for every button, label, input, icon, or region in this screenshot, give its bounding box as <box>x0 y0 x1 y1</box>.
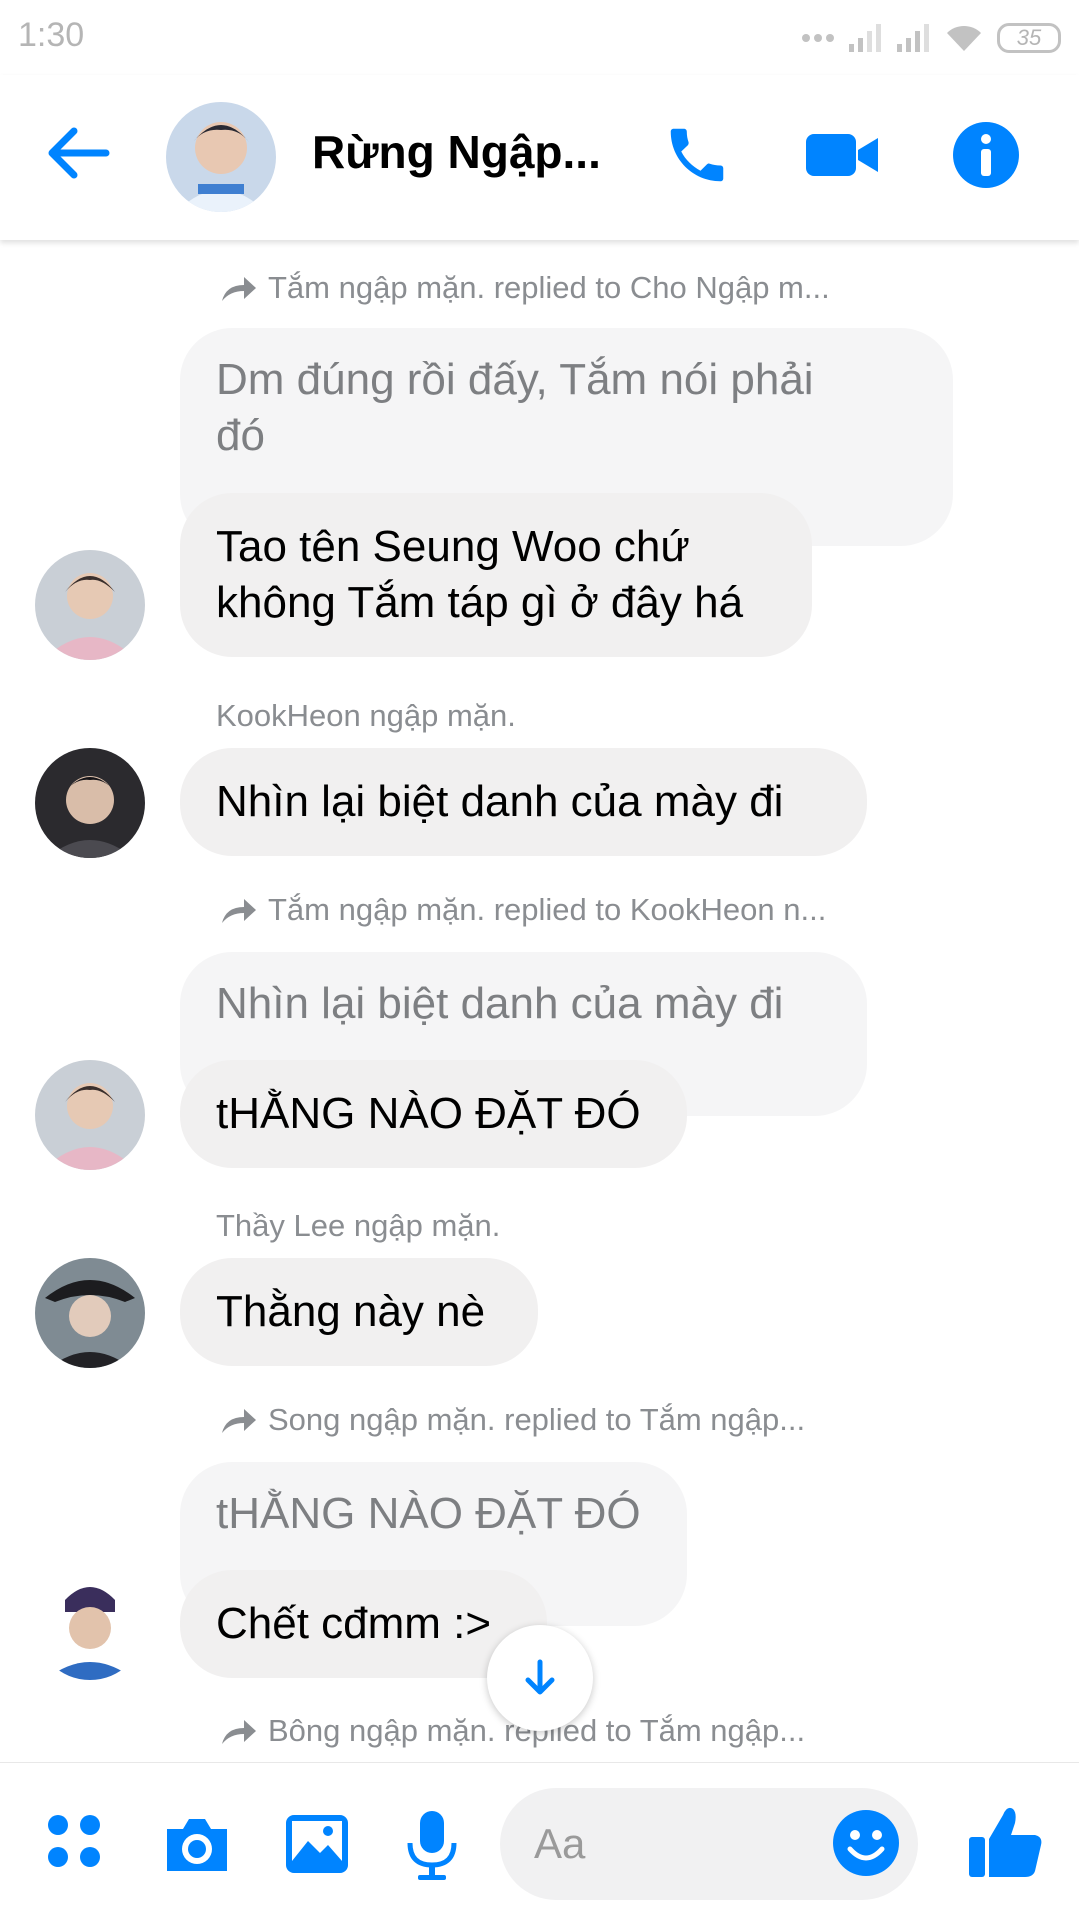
conversation-title[interactable]: Rừng Ngập... <box>312 125 601 179</box>
composer-bar <box>0 1762 1079 1920</box>
back-button[interactable] <box>42 123 132 193</box>
gallery-icon <box>286 1815 348 1873</box>
quoted-text-line: đó <box>216 411 265 460</box>
like-button[interactable] <box>965 1801 1045 1881</box>
camera-icon <box>167 1819 227 1871</box>
video-call-button[interactable] <box>804 120 884 195</box>
chat-header: Rừng Ngập... <box>0 75 1079 240</box>
reply-note: Tắm ngập mặn. replied to Cho Ngập m... <box>220 270 830 306</box>
avatar-image <box>35 1258 145 1368</box>
status-bar: 1:30 35 <box>0 0 1079 75</box>
message-bubble[interactable]: Nhìn lại biệt danh của mày đi <box>180 748 867 856</box>
avatar[interactable] <box>35 1570 145 1680</box>
call-button[interactable] <box>662 120 742 195</box>
message-text: Nhìn lại biệt danh của mày đi <box>216 777 784 826</box>
avatar[interactable] <box>35 1060 145 1170</box>
message-text: tHẰNG NÀO ĐẶT ĐÓ <box>216 1089 641 1138</box>
dots-icon <box>802 34 834 42</box>
signal-icon-2 <box>897 24 929 52</box>
signal-icon <box>849 24 881 52</box>
emoji-icon <box>833 1810 899 1876</box>
group-avatar[interactable] <box>166 102 276 212</box>
message-text-line: Tao tên Seung Woo chứ <box>216 522 690 571</box>
video-camera-icon <box>806 134 878 176</box>
message-list[interactable]: Tắm ngập mặn. replied to Cho Ngập m... D… <box>0 240 1079 1760</box>
quoted-text-line: Dm đúng rồi đấy, Tắm nói phải <box>216 355 814 404</box>
emoji-button[interactable] <box>830 1807 902 1879</box>
status-time: 1:30 <box>18 16 85 54</box>
quoted-text: Nhìn lại biệt danh của mày đi <box>216 979 784 1028</box>
avatar[interactable] <box>35 550 145 660</box>
reply-arrow-icon <box>222 1720 256 1744</box>
camera-button[interactable] <box>161 1809 231 1879</box>
battery-indicator: 35 <box>997 23 1061 53</box>
scroll-to-bottom-button[interactable] <box>487 1625 593 1731</box>
avatar-image <box>35 1570 145 1680</box>
avatar-image <box>35 748 145 858</box>
message-text-line: không Tắm táp gì ở đây há <box>216 578 744 627</box>
reply-arrow-icon <box>222 899 256 923</box>
sender-name: Thầy Lee ngập mặn. <box>216 1208 501 1243</box>
avatar-image <box>35 550 145 660</box>
reply-arrow-icon <box>222 277 256 301</box>
message-bubble[interactable]: Thằng này nè <box>180 1258 538 1366</box>
info-icon <box>953 122 1019 188</box>
status-icons: 35 <box>801 18 1061 58</box>
quoted-text: tHẰNG NÀO ĐẶT ĐÓ <box>216 1489 641 1538</box>
avatar-image <box>166 102 276 212</box>
message-text: Thằng này nè <box>216 1287 486 1336</box>
message-text: Chết cđmm :> <box>216 1599 492 1648</box>
message-bubble[interactable]: tHẰNG NÀO ĐẶT ĐÓ <box>180 1060 687 1168</box>
reply-note: Tắm ngập mặn. replied to KookHeon n... <box>220 892 826 928</box>
microphone-icon <box>407 1811 457 1880</box>
voice-button[interactable] <box>402 1809 472 1880</box>
info-button[interactable] <box>951 120 1031 195</box>
avatar[interactable] <box>35 748 145 858</box>
thumbs-up-icon <box>969 1807 1042 1877</box>
back-arrow-icon <box>48 127 110 179</box>
reply-note-text: Song ngập mặn. replied to Tắm ngập... <box>268 1402 806 1437</box>
phone-icon <box>670 128 724 182</box>
reply-note-text: Tắm ngập mặn. replied to KookHeon n... <box>268 892 827 927</box>
message-bubble[interactable]: Tao tên Seung Woo chứ không Tắm táp gì ở… <box>180 493 812 657</box>
avatar[interactable] <box>35 1258 145 1368</box>
wifi-icon <box>947 25 981 51</box>
gallery-button[interactable] <box>282 1809 352 1879</box>
avatar-image <box>35 1060 145 1170</box>
sender-name: KookHeon ngập mặn. <box>216 698 516 733</box>
scroll-down-icon <box>525 1659 555 1695</box>
reply-note-text: Tắm ngập mặn. replied to Cho Ngập m... <box>268 270 830 305</box>
apps-icon <box>48 1815 100 1867</box>
reply-arrow-icon <box>222 1409 256 1433</box>
apps-button[interactable] <box>42 1809 112 1879</box>
reply-note: Song ngập mặn. replied to Tắm ngập... <box>220 1402 805 1438</box>
